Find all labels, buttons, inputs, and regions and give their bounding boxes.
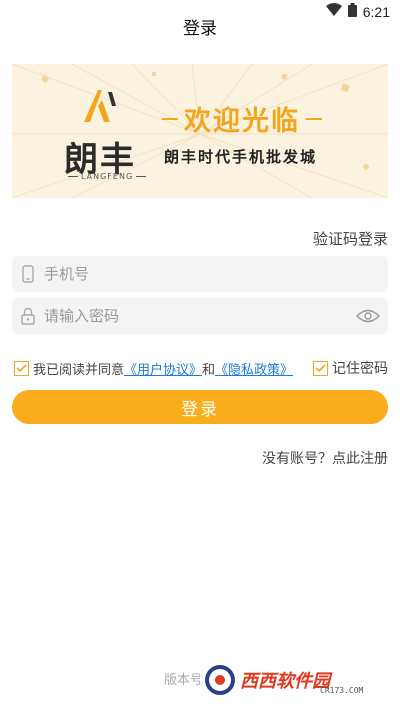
watermark-text: 西西软件园 xyxy=(240,671,330,692)
user-agreement-link[interactable]: 《用户协议》 xyxy=(124,359,202,378)
phone-icon xyxy=(12,265,44,283)
langfeng-logo-icon xyxy=(84,90,116,122)
site-watermark: 西西软件园 CR173.COM xyxy=(200,660,380,700)
remember-password-option[interactable]: 记住密码 xyxy=(313,358,388,378)
privacy-policy-link[interactable]: 《隐私政策》 xyxy=(215,359,293,378)
watermark-logo-icon xyxy=(205,665,235,695)
phone-field[interactable] xyxy=(12,256,388,292)
password-field[interactable] xyxy=(12,298,388,334)
remember-label: 记住密码 xyxy=(332,361,388,377)
welcome-banner: 朗丰 LANGFENG 欢迎光临 朗丰时代手机批发城 xyxy=(12,64,388,198)
check-icon xyxy=(16,363,27,372)
page-title: 登录 xyxy=(183,19,217,39)
password-input[interactable] xyxy=(44,307,348,325)
welcome-heading: 欢迎光临 xyxy=(162,99,322,138)
agree-and-text: 和 xyxy=(202,362,216,378)
lock-icon xyxy=(12,307,44,325)
phone-input[interactable] xyxy=(44,265,388,283)
check-icon xyxy=(315,363,326,372)
show-password-eye-icon[interactable] xyxy=(348,309,388,323)
agree-checkbox[interactable] xyxy=(14,360,29,376)
remember-checkbox[interactable] xyxy=(313,360,328,376)
banner-slogan: 朗丰时代手机批发城 xyxy=(164,148,318,166)
register-link[interactable]: 没有账号？点此注册 xyxy=(262,448,388,468)
login-button[interactable]: 登录 xyxy=(12,390,388,424)
version-label: 版本号 xyxy=(164,673,204,688)
brand-english: LANGFENG xyxy=(68,172,147,181)
agree-prefix-text: 我已阅读并同意 xyxy=(33,362,125,378)
watermark-subtext: CR173.COM xyxy=(320,686,364,695)
sms-login-link[interactable]: 验证码登录 xyxy=(313,228,388,249)
